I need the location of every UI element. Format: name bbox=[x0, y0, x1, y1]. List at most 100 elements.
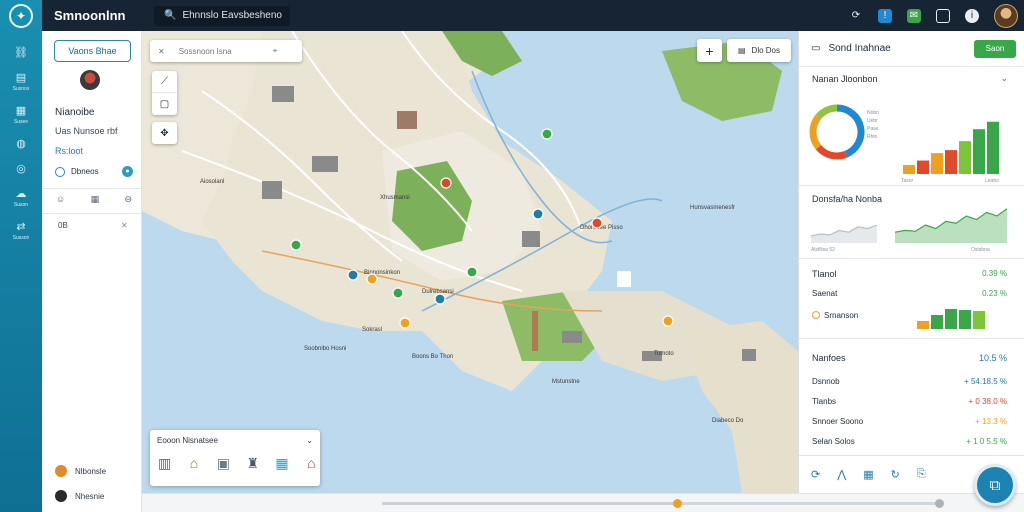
summary-row: Snnoer Soono + 13.3 % bbox=[812, 417, 1007, 426]
map-label: Soobnibo Hosni bbox=[304, 346, 346, 352]
summary-row: Dsnnob + 54.18.5 % bbox=[812, 377, 1007, 386]
user-list-item[interactable]: Nlbonsle bbox=[55, 465, 106, 477]
rail-item-label: Susee bbox=[13, 119, 29, 125]
rail-item-label: Susson bbox=[12, 235, 30, 241]
pie-legend-label: Rhlo bbox=[867, 134, 878, 140]
analytics-icon[interactable]: ⟳ bbox=[811, 468, 820, 481]
notification-icon[interactable]: ! bbox=[878, 8, 892, 23]
summary-label: Tlanbs bbox=[812, 397, 837, 406]
user-avatar[interactable] bbox=[994, 3, 1018, 28]
refresh-icon[interactable]: ⟳ bbox=[849, 9, 863, 23]
map-pin[interactable] bbox=[347, 269, 359, 281]
bar bbox=[959, 141, 971, 174]
close-icon[interactable]: ✕ bbox=[121, 221, 128, 230]
kpi-bar bbox=[945, 309, 957, 329]
sync-icon[interactable]: ↻ bbox=[891, 468, 900, 481]
timeline-end-thumb[interactable] bbox=[935, 499, 944, 508]
bar bbox=[903, 165, 915, 174]
map-pin[interactable] bbox=[440, 177, 452, 189]
timeline-thumb[interactable] bbox=[673, 499, 682, 508]
status-row: Dbneos ● bbox=[55, 166, 133, 177]
profile-link[interactable]: Rs:loot bbox=[55, 146, 83, 156]
rail-item[interactable]: ☁ Suson bbox=[0, 187, 42, 208]
layer-label: Dlo Dos bbox=[751, 46, 780, 55]
warehouse-icon[interactable]: ▣ bbox=[215, 452, 232, 474]
global-search[interactable]: 🔍 bbox=[154, 5, 290, 26]
factory-icon[interactable]: ⌂ bbox=[185, 452, 202, 474]
divider bbox=[42, 213, 141, 214]
kpi-bar bbox=[973, 311, 985, 329]
pie-slice bbox=[836, 104, 865, 158]
rail-item[interactable]: ⇄ Susson bbox=[0, 220, 42, 241]
message-icon[interactable]: ✉ bbox=[907, 8, 921, 23]
zoom-in-button[interactable]: + bbox=[697, 39, 722, 62]
select-icon[interactable]: ▢ bbox=[152, 93, 177, 115]
app-title: Smnoonlnn bbox=[54, 8, 126, 23]
card-title: Nanan Jloonbon bbox=[812, 74, 878, 84]
minus-icon[interactable]: ⊖ bbox=[124, 194, 132, 205]
rail-item[interactable]: ▤ Susnos bbox=[0, 71, 42, 92]
left-rail: ✦ ⛓ ▤ Susnos ▦ Susee ◍ ◎ ☁ Suson ⇄ Susson bbox=[0, 0, 42, 512]
global-search-input[interactable] bbox=[182, 10, 283, 21]
layer-button[interactable]: ▤ Dlo Dos bbox=[727, 39, 791, 62]
navigate-icon[interactable]: ✥ bbox=[152, 122, 177, 144]
legend-header[interactable]: Eooon Nisnatsee ⌄ bbox=[150, 430, 320, 445]
map-pin[interactable] bbox=[466, 266, 478, 278]
pie-slice bbox=[815, 104, 838, 120]
timeline-fill bbox=[382, 502, 678, 505]
market-icon[interactable]: ⌂ bbox=[303, 452, 320, 474]
summary-value: + 0 38.0 % bbox=[968, 397, 1007, 406]
close-icon[interactable]: ✕ bbox=[158, 47, 165, 56]
map-search[interactable]: ✕ ⌖ bbox=[150, 40, 302, 62]
rail-item[interactable]: ◍ bbox=[0, 137, 42, 150]
summary-value: + 54.18.5 % bbox=[964, 377, 1007, 386]
timeline-track[interactable] bbox=[382, 499, 944, 508]
profile-avatar[interactable] bbox=[80, 70, 100, 90]
map-search-input[interactable] bbox=[178, 46, 259, 56]
map-pin[interactable] bbox=[434, 293, 446, 305]
rail-item[interactable]: ◎ bbox=[0, 162, 42, 175]
analytics-panel: ▭ Sond Inahnae Saon Nanan Jloonbon ⌄ Nnb… bbox=[798, 31, 1024, 493]
depot-icon[interactable]: ▦ bbox=[273, 452, 290, 474]
map-pin[interactable] bbox=[366, 273, 378, 285]
draw-icon[interactable]: ⟋ bbox=[152, 71, 177, 93]
bar bbox=[931, 153, 943, 174]
divider bbox=[42, 188, 141, 189]
map-pin[interactable] bbox=[541, 128, 553, 140]
window-icon[interactable] bbox=[936, 8, 950, 23]
info-icon[interactable]: i bbox=[965, 8, 979, 23]
summary-value: + 13.3 % bbox=[975, 417, 1007, 426]
map-pin[interactable] bbox=[290, 239, 302, 251]
building bbox=[262, 181, 282, 199]
grid-icon[interactable]: ▦ bbox=[91, 194, 100, 205]
trend-icon[interactable]: ⋀ bbox=[837, 468, 846, 481]
rail-item[interactable]: ⛓ bbox=[0, 46, 42, 59]
save-button[interactable]: Saon bbox=[974, 39, 1016, 58]
map-canvas[interactable]: Aiosolanl Xhusmansi Binnonsinkon Dulrebsans… bbox=[142, 31, 798, 493]
rail-item[interactable]: ▦ Susee bbox=[0, 104, 42, 125]
bar bbox=[945, 150, 957, 174]
map-pin[interactable] bbox=[662, 315, 674, 327]
map-pin[interactable] bbox=[392, 287, 404, 299]
status-toggle[interactable]: ● bbox=[122, 166, 133, 177]
map-pin[interactable] bbox=[591, 217, 603, 229]
summary-label: Snnoer Soono bbox=[812, 417, 864, 426]
app-logo-icon[interactable]: ✦ bbox=[9, 4, 33, 28]
building-icon[interactable]: ▥ bbox=[156, 452, 173, 474]
map-pin[interactable] bbox=[532, 208, 544, 220]
export-icon[interactable]: ⎘ bbox=[917, 468, 926, 481]
smile-icon[interactable]: ☺ bbox=[56, 194, 65, 205]
pie-legend-label: Nnbn bbox=[867, 110, 879, 116]
sidebar: Vaons Bhae Nianoibe Uas Nunsoe rbf Rs:lo… bbox=[42, 31, 142, 512]
pin-icon[interactable]: ⌖ bbox=[273, 46, 278, 56]
chevron-down-icon[interactable]: ⌄ bbox=[1000, 73, 1008, 84]
map-pin[interactable] bbox=[399, 317, 411, 329]
chevron-down-icon[interactable]: ⌄ bbox=[306, 436, 313, 445]
tower-icon[interactable]: ♜ bbox=[244, 452, 261, 474]
primary-action-button[interactable]: Vaons Bhae bbox=[54, 40, 131, 62]
user-list-item[interactable]: Nhesnie bbox=[55, 490, 104, 502]
map-svg[interactable]: AiosolanlXhusmansiBinnonsinkonDulrebsans… bbox=[142, 31, 798, 493]
grid-icon[interactable]: ▦ bbox=[863, 468, 873, 481]
distribution-card: Nanan Jloonbon ⌄ Nnbn Uebr Pase Rhlo Tasor Le… bbox=[799, 68, 1024, 186]
open-icon[interactable]: ⧉ bbox=[974, 464, 1016, 506]
